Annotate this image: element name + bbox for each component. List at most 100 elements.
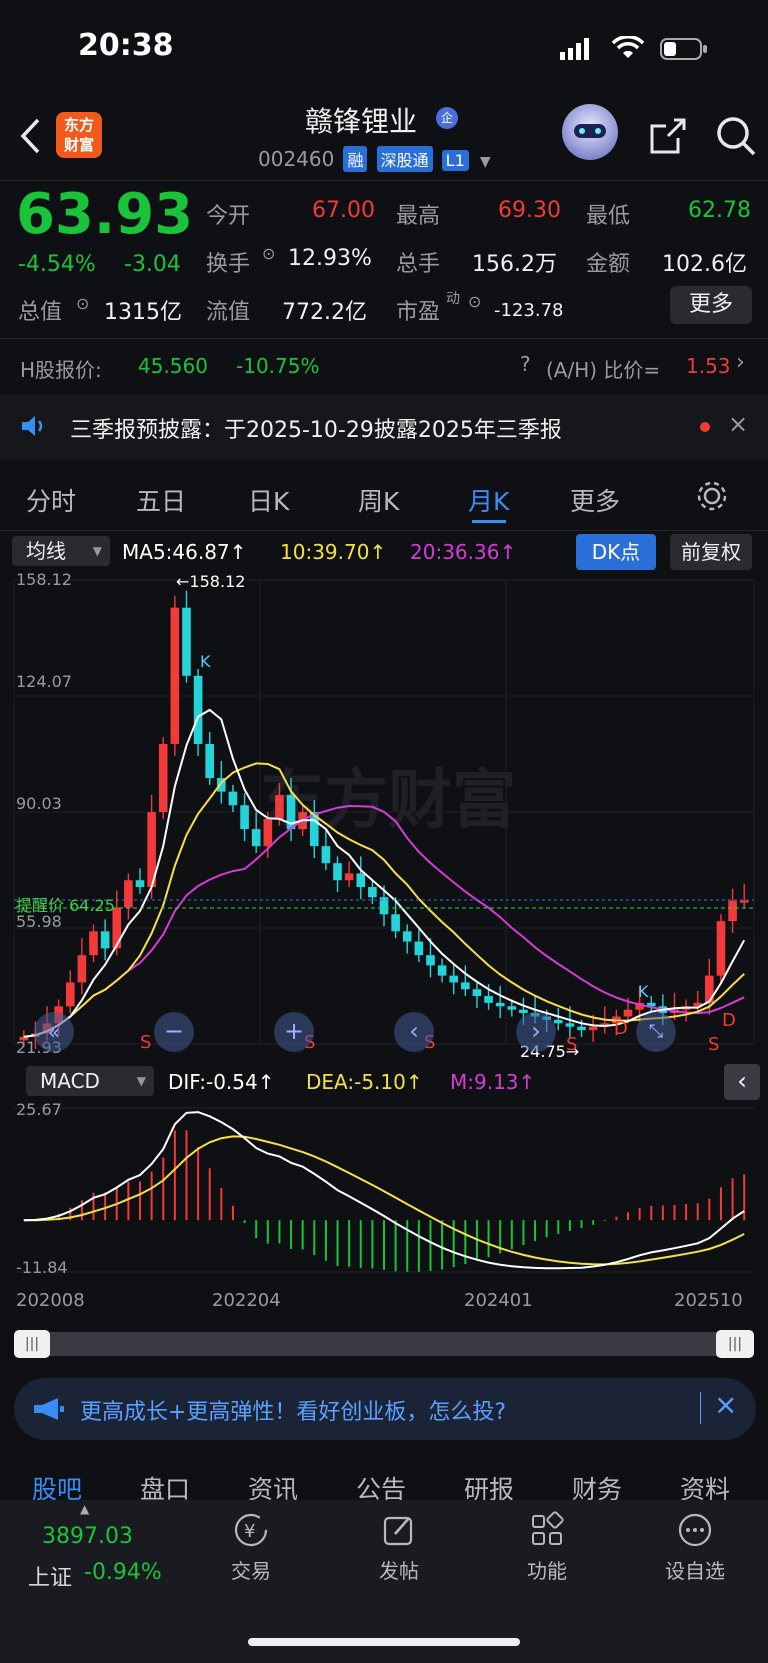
- ad-banner[interactable]: 更高成长+更高弹性！看好创业板，怎么投? ×: [14, 1378, 756, 1440]
- ah-ratio: 1.53: [686, 354, 731, 378]
- app-logo[interactable]: 东方 财富: [56, 112, 102, 158]
- close-icon[interactable]: ×: [728, 410, 748, 438]
- candle: [449, 975, 459, 983]
- index-value[interactable]: 3897.03: [42, 1524, 133, 1549]
- indicator-selector[interactable]: 均线 ▼: [12, 536, 110, 566]
- candle: [565, 1023, 575, 1027]
- remind-label: 提醒价 64.25: [16, 896, 115, 915]
- scroll-left-icon[interactable]: ‹: [394, 1012, 434, 1052]
- close-icon[interactable]: ×: [714, 1388, 737, 1421]
- candle: [321, 846, 331, 864]
- candle: [263, 818, 273, 847]
- tab-more[interactable]: 更多: [570, 482, 620, 518]
- nav-features-label: 功能: [527, 1559, 567, 1583]
- hshare-row[interactable]: H股报价: 45.560 -10.75% ? (A/H) 比价= 1.53 ›: [0, 340, 768, 392]
- turnover-label: 换手: [206, 252, 251, 277]
- zoom-in-icon[interactable]: +: [274, 1012, 314, 1052]
- chevron-right-icon: ›: [736, 350, 745, 375]
- divider: [0, 180, 768, 181]
- candle: [135, 880, 145, 888]
- notice-bar[interactable]: 三季报预披露：于2025-10-29披露2025年三季报 ×: [0, 394, 768, 460]
- candle: [577, 1026, 586, 1031]
- bottom-tabs: 股吧 盘口 资讯 公告 研报 财务 资料: [0, 1464, 768, 1504]
- back-icon[interactable]: [18, 116, 42, 160]
- x-tick: 202510: [674, 1290, 743, 1311]
- candle: [739, 900, 749, 903]
- enterprise-badge: 企: [436, 107, 458, 129]
- x-tick: 202008: [16, 1290, 85, 1311]
- nav-features[interactable]: 功能: [492, 1510, 602, 1584]
- dk-button[interactable]: DK点: [576, 534, 656, 570]
- slider-handle-right[interactable]: |||: [716, 1330, 754, 1358]
- ma5-value: MA5:46.87↑: [122, 540, 247, 564]
- collapse-left-icon[interactable]: ‹: [724, 1064, 760, 1100]
- float-value: 772.2亿: [282, 300, 367, 325]
- ad-text: 更高成长+更高弹性！看好创业板，怎么投?: [80, 1400, 507, 1425]
- rewind-icon[interactable]: «: [34, 1012, 74, 1052]
- hshare-change: -10.75%: [236, 354, 320, 378]
- candle: [437, 965, 447, 976]
- wifi-icon: [611, 35, 645, 64]
- status-time: 20:38: [78, 28, 174, 63]
- tab-weekly[interactable]: 周K: [358, 482, 399, 518]
- last-price: 63.93: [16, 182, 194, 247]
- ma10-value: 10:39.70↑: [280, 540, 387, 564]
- candle: [705, 975, 714, 1003]
- ma20-value: 20:36.36↑: [410, 540, 517, 564]
- macd-selector[interactable]: MACD ▼: [26, 1066, 154, 1096]
- tab-intraday[interactable]: 分时: [26, 482, 76, 518]
- kline-chart[interactable]: 东方财富 158.12 124.07 90.03 55.98 21.93 ←15…: [0, 570, 768, 1061]
- turnover-info-icon[interactable]: ⊙: [262, 244, 275, 263]
- candle: [461, 982, 470, 990]
- candle: [519, 1009, 528, 1014]
- candle: [426, 955, 435, 966]
- nav-post[interactable]: 发帖: [344, 1510, 454, 1584]
- index-name[interactable]: 上证: [28, 1560, 72, 1592]
- adjust-button[interactable]: 前复权: [670, 534, 752, 570]
- share-icon[interactable]: [648, 116, 688, 160]
- macd-svg: [14, 1107, 754, 1273]
- macd-chart[interactable]: 25.67 -11.84: [0, 1100, 768, 1280]
- unread-dot: [700, 422, 710, 432]
- edit-icon: [344, 1510, 454, 1555]
- candle: [553, 1019, 563, 1024]
- speaker-icon: [20, 414, 48, 442]
- scroll-right-icon[interactable]: ›: [516, 1012, 556, 1052]
- ah-ratio-label: (A/H) 比价=: [546, 358, 661, 382]
- tab-5day[interactable]: 五日: [136, 482, 186, 518]
- dea-value: DEA:-5.10↑: [306, 1070, 423, 1094]
- more-button[interactable]: 更多: [670, 286, 752, 324]
- pe-value: -123.78: [494, 300, 564, 321]
- low-value: 62.78: [688, 198, 751, 223]
- expand-icon[interactable]: ⤡: [636, 1012, 676, 1052]
- info-icon[interactable]: ⊙: [76, 294, 89, 313]
- candle: [240, 805, 249, 830]
- settings-gear-icon[interactable]: [694, 478, 730, 520]
- range-slider[interactable]: ||| |||: [14, 1330, 754, 1358]
- mcap-label: 总值: [18, 300, 63, 325]
- logo-line1: 东方: [63, 116, 94, 134]
- nav-watchlist[interactable]: 设自选: [640, 1510, 750, 1584]
- search-icon[interactable]: [714, 114, 758, 162]
- hshare-price: 45.560: [138, 354, 208, 378]
- zoom-out-icon[interactable]: −: [154, 1012, 194, 1052]
- nav-trade[interactable]: ¥ 交易: [196, 1510, 306, 1584]
- index-change[interactable]: -0.94%: [84, 1560, 162, 1585]
- candle: [495, 1002, 505, 1007]
- kline-svg[interactable]: 东方财富: [0, 572, 768, 1060]
- low-label: 最低: [586, 204, 631, 229]
- y-tick-3: 90.03: [16, 794, 62, 813]
- change-value: -3.04: [124, 252, 181, 277]
- signal-d: D: [722, 1010, 736, 1031]
- assistant-avatar-icon[interactable]: [562, 104, 618, 160]
- tab-daily[interactable]: 日K: [248, 482, 289, 518]
- bottom-nav: ▲ 3897.03 上证 -0.94% ¥ 交易 发帖 功能 设自选: [0, 1500, 768, 1663]
- tab-monthly[interactable]: 月K: [468, 482, 509, 518]
- open-value: 67.00: [312, 198, 375, 223]
- help-icon[interactable]: ?: [520, 352, 531, 376]
- slider-handle-left[interactable]: |||: [14, 1330, 50, 1358]
- stock-code-row: 002460 融 深股通 L1 ▼: [258, 146, 491, 172]
- pe-info-icon[interactable]: ⊙: [468, 292, 481, 311]
- dropdown-icon[interactable]: ▼: [480, 154, 491, 170]
- candle: [65, 982, 75, 1007]
